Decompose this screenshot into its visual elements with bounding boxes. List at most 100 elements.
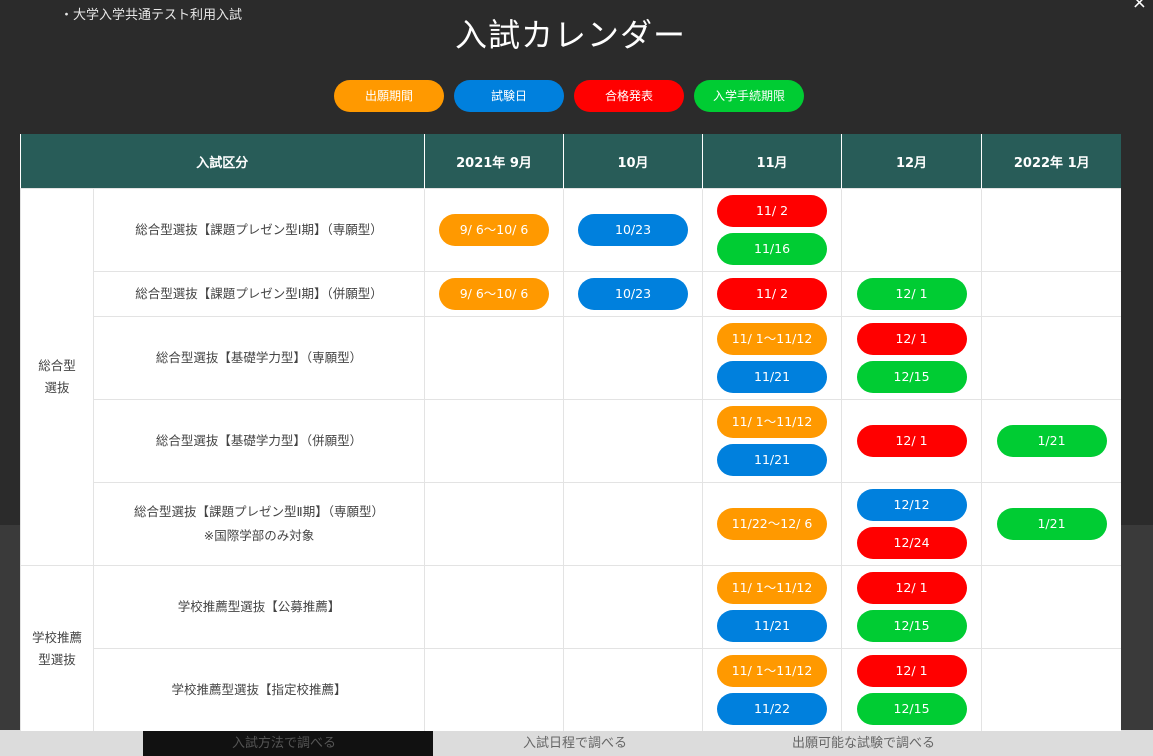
date-pill: 11/ 1〜11/12 [717, 406, 828, 438]
exam-name: 学校推薦型選抜【公募推薦】 [177, 599, 341, 614]
month-cell [563, 316, 704, 400]
table-row: 学校推薦型選抜 学校推薦型選抜【公募推薦】 11/ 1〜11/12 11/21 12/ … [20, 565, 1121, 731]
month-cell [424, 399, 565, 483]
category-label: 学校推薦 [31, 629, 82, 645]
exam-name: 総合型選抜【課題プレゼン型Ⅰ期】（併願型） [135, 286, 383, 301]
date-pill: 1/21 [996, 425, 1107, 457]
month-cell [981, 188, 1121, 272]
header-month: 2022年 1月 [981, 134, 1121, 189]
exam-name: 総合型選抜【課題プレゼン型Ⅰ期】（専願型） [135, 222, 383, 237]
month-cell: 11/ 1〜11/12 11/21 [702, 399, 843, 483]
category-label: 選抜 [44, 380, 70, 395]
footer-button-schedule[interactable]: 入試日程で調べる [523, 732, 627, 751]
category-label: 型選抜 [38, 651, 76, 667]
month-cell: 12/ 1 12/15 [841, 648, 983, 731]
table-row: 総合型選抜【基礎学力型】（併願型） 11/ 1〜11/12 11/21 12/ 1 1/… [21, 399, 1121, 483]
date-pill: 12/ 1 [856, 572, 967, 604]
calendar-table: 入試区分 2021年 9月 10月 11月 12月 2022年 1月 総合型 選抜… [20, 134, 1121, 731]
date-pill: 11/21 [717, 444, 828, 476]
month-cell [981, 271, 1121, 317]
header-month: 11月 [702, 134, 843, 189]
month-cell: 1/21 [981, 399, 1121, 483]
date-pill: 11/16 [717, 233, 828, 265]
header-category: 入試区分 [20, 134, 426, 189]
footer-button-method[interactable]: 入試方法で調べる [232, 732, 336, 751]
date-pill: 12/ 1 [856, 655, 967, 687]
date-pill: 11/22 [717, 693, 828, 725]
table-row: 総合型選抜【課題プレゼン型Ⅱ期】（専願型） ※国際学部のみ対象 11/22〜12/ … [21, 482, 1121, 566]
date-pill: 12/ 1 [856, 323, 967, 355]
month-cell [563, 399, 704, 483]
date-pill: 11/21 [717, 361, 828, 393]
exam-name-cell: 総合型選抜【基礎学力型】（専願型） [92, 316, 426, 400]
close-icon[interactable]: × [1132, 0, 1147, 13]
date-pill: 9/ 6〜10/ 6 [439, 278, 550, 310]
month-cell [981, 316, 1121, 400]
date-pill: 11/22〜12/ 6 [717, 508, 828, 540]
table-row: 学校推薦型選抜【指定校推薦】 11/ 1〜11/12 11/22 12/ 1 12/15 [21, 648, 1121, 731]
exam-name-cell: 総合型選抜【課題プレゼン型Ⅰ期】（専願型） [92, 188, 426, 272]
table-row: 総合型選抜【課題プレゼン型Ⅰ期】（併願型） 9/ 6〜10/ 6 10/23 11/ … [21, 271, 1121, 317]
month-cell: 11/ 1〜11/12 11/21 [702, 316, 843, 400]
header-month: 2021年 9月 [424, 134, 565, 189]
date-pill: 11/ 2 [717, 278, 828, 310]
date-pill: 12/24 [856, 527, 967, 559]
exam-name: 総合型選抜【課題プレゼン型Ⅱ期】（専願型） [134, 504, 384, 519]
month-cell [981, 565, 1121, 649]
exam-name-cell: 総合型選抜【課題プレゼン型Ⅱ期】（専願型） ※国際学部のみ対象 [92, 482, 426, 566]
month-cell: 12/ 1 12/15 [841, 565, 983, 649]
date-pill: 11/ 1〜11/12 [717, 572, 828, 604]
month-cell [563, 648, 704, 731]
date-pill: 12/12 [856, 489, 967, 521]
month-cell [981, 648, 1121, 731]
date-pill: 12/15 [856, 693, 967, 725]
date-pill: 11/ 1〜11/12 [717, 655, 828, 687]
table-row: 総合型選抜【基礎学力型】（専願型） 11/ 1〜11/12 11/21 12/ 1 12… [21, 316, 1121, 400]
calendar-panel: 入試区分 2021年 9月 10月 11月 12月 2022年 1月 総合型 選抜… [20, 134, 1121, 731]
month-cell: 10/23 [563, 271, 704, 317]
legend-item: 出願期間 [334, 80, 444, 112]
month-cell: 11/ 1〜11/12 11/21 [702, 565, 843, 649]
exam-name: 総合型選抜【基礎学力型】（専願型） [155, 350, 363, 365]
exam-name-cell: 総合型選抜【基礎学力型】（併願型） [92, 399, 426, 483]
header-month: 10月 [563, 134, 704, 189]
date-pill: 11/21 [717, 610, 828, 642]
month-cell: 1/21 [981, 482, 1121, 566]
page-title: 入試カレンダー [454, 16, 686, 54]
legend-item: 入学手続期限 [694, 80, 804, 112]
month-cell [424, 316, 565, 400]
category-cell: 総合型 選抜 [20, 188, 94, 566]
month-cell: 11/ 1〜11/12 11/22 [702, 648, 843, 731]
month-cell [563, 565, 704, 649]
category-cell: 学校推薦 型選抜 [20, 565, 94, 731]
category-label: 総合型 [38, 358, 76, 373]
exam-name-cell: 学校推薦型選抜【指定校推薦】 [92, 648, 426, 731]
date-pill: 12/ 1 [856, 278, 967, 310]
date-pill: 11/ 1〜11/12 [717, 323, 828, 355]
exam-name-cell: 学校推薦型選抜【公募推薦】 [92, 565, 426, 649]
header-row: 入試区分 2021年 9月 10月 11月 12月 2022年 1月 [20, 134, 1121, 189]
legend: 出願期間 試験日 合格発表 入学手続期限 [334, 80, 804, 112]
month-cell: 11/22〜12/ 6 [702, 482, 843, 566]
exam-name-cell: 総合型選抜【課題プレゼン型Ⅰ期】（併願型） [92, 271, 426, 317]
background-footer-nav: 入試方法で調べる 入試日程で調べる 出願可能な試験で調べる [0, 730, 1153, 756]
month-cell: 10/23 [563, 188, 704, 272]
month-cell: 12/ 1 12/15 [841, 316, 983, 400]
exam-name: 総合型選抜【基礎学力型】（併願型） [155, 433, 363, 448]
date-pill: 1/21 [996, 508, 1107, 540]
date-pill: 9/ 6〜10/ 6 [439, 214, 550, 246]
month-cell: 12/ 1 [841, 271, 983, 317]
exam-name: 学校推薦型選抜【指定校推薦】 [171, 682, 347, 697]
month-cell [841, 188, 983, 272]
month-cell: 9/ 6〜10/ 6 [424, 271, 565, 317]
month-cell [424, 648, 565, 731]
date-pill: 12/15 [856, 610, 967, 642]
legend-item: 合格発表 [574, 80, 684, 112]
date-pill: 12/ 1 [856, 425, 967, 457]
footer-button-exams[interactable]: 出願可能な試験で調べる [792, 732, 935, 751]
exam-note: ※国際学部のみ対象 [203, 528, 315, 543]
date-pill: 10/23 [578, 278, 689, 310]
table-row: 総合型選抜 総合型選抜【課題プレゼン型Ⅰ期】（専願型） 9/ 6〜10/ 6 10/2… [20, 188, 1121, 566]
date-pill: 10/23 [578, 214, 689, 246]
month-cell: 11/ 2 [702, 271, 843, 317]
